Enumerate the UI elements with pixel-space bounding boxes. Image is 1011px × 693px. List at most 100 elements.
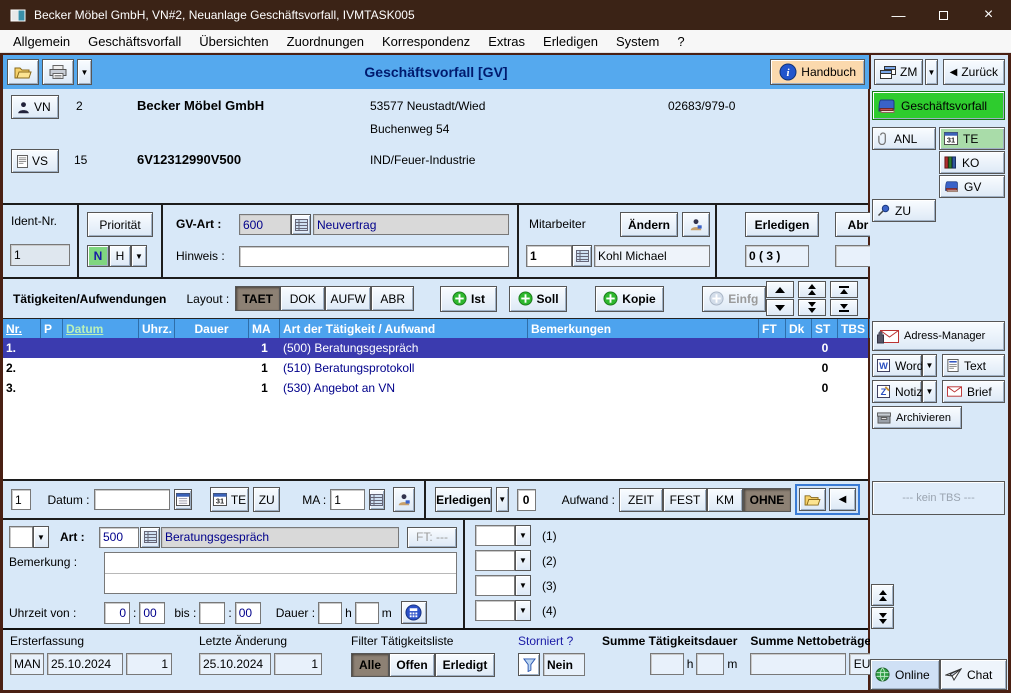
- table-row[interactable]: 1. 1 (500) Beratungsgespräch 0: [3, 338, 868, 358]
- zurueck-button[interactable]: ◀ Zurück: [942, 59, 1005, 85]
- slot-1-dropdown-icon[interactable]: ▼: [515, 525, 531, 546]
- archivieren-button[interactable]: Archivieren: [872, 406, 962, 429]
- close-icon[interactable]: ×: [966, 0, 1011, 30]
- menu-erledigen[interactable]: Erledigen: [534, 34, 607, 49]
- col-st[interactable]: ST: [812, 319, 838, 338]
- scroll-top-icon[interactable]: [830, 281, 858, 298]
- ma-person-button[interactable]: [392, 487, 416, 512]
- maximize-icon[interactable]: [921, 0, 966, 30]
- gv-art-code-field[interactable]: 600: [239, 214, 291, 235]
- row-up-button[interactable]: [766, 281, 794, 298]
- kopie-button[interactable]: Kopie: [595, 285, 664, 312]
- von-minute-field[interactable]: 00: [139, 601, 166, 624]
- layout-dok-button[interactable]: DOK: [280, 286, 326, 311]
- slot-3-field[interactable]: [475, 575, 515, 596]
- slot-1-field[interactable]: [475, 525, 515, 546]
- col-bemerkungen[interactable]: Bemerkungen: [528, 319, 759, 338]
- von-stunde-field[interactable]: 0: [104, 601, 130, 624]
- col-p[interactable]: P: [41, 319, 63, 338]
- prio-dropdown-icon[interactable]: ▼: [131, 245, 147, 267]
- text-button[interactable]: Text: [942, 354, 1005, 377]
- art-code-field[interactable]: 500: [99, 526, 139, 548]
- einfg-button[interactable]: Einfg: [701, 285, 766, 312]
- menu-geschaeftsvorfall[interactable]: Geschäftsvorfall: [79, 34, 190, 49]
- handbuch-button[interactable]: i Handbuch: [770, 59, 865, 85]
- aufwand-zeit-button[interactable]: ZEIT: [618, 487, 663, 512]
- table-row[interactable]: 2. 1 (510) Beratungsprotokoll 0: [3, 358, 868, 378]
- slot-4-field[interactable]: [475, 600, 515, 621]
- slot-4-dropdown-icon[interactable]: ▼: [515, 600, 531, 621]
- te-button[interactable]: 31 TE: [209, 487, 250, 512]
- sidebar-gv-button[interactable]: GV: [939, 175, 1005, 198]
- ist-button[interactable]: Ist: [440, 285, 497, 312]
- ident-field[interactable]: 1: [10, 244, 70, 266]
- minimize-icon[interactable]: —: [876, 0, 921, 30]
- layout-abr-button[interactable]: ABR: [371, 286, 415, 311]
- col-dauer[interactable]: Dauer: [175, 319, 249, 338]
- detail-nr-field[interactable]: 1: [11, 489, 32, 510]
- print-dropdown-icon[interactable]: ▼: [77, 59, 92, 85]
- notiz-dropdown-icon[interactable]: ▼: [922, 380, 937, 403]
- col-datum[interactable]: Datum: [63, 319, 139, 338]
- ft-button[interactable]: FT: ---: [407, 526, 457, 548]
- sidebar-anl-button[interactable]: ANL: [872, 127, 936, 150]
- word-dropdown-icon[interactable]: ▼: [922, 354, 937, 377]
- online-button[interactable]: Online: [870, 659, 940, 690]
- aufwand-fest-button[interactable]: FEST: [662, 487, 707, 512]
- adress-manager-button[interactable]: Adress-Manager: [872, 321, 1005, 351]
- slot-2-dropdown-icon[interactable]: ▼: [515, 550, 531, 571]
- col-nr[interactable]: Nr.: [3, 319, 41, 338]
- ma-field[interactable]: 1: [330, 489, 365, 510]
- aufwand-ohne-button[interactable]: OHNE: [742, 487, 791, 512]
- sidebar-ko-button[interactable]: KO: [939, 151, 1005, 174]
- notiz-button[interactable]: Z Notiz: [872, 380, 922, 403]
- col-art[interactable]: Art der Tätigkeit / Aufwand: [280, 319, 528, 338]
- dauer-minuten-field[interactable]: [354, 601, 379, 624]
- mitarbeiter-picker-button[interactable]: [572, 245, 592, 267]
- menu-system[interactable]: System: [607, 34, 668, 49]
- row-down-button[interactable]: [766, 299, 794, 316]
- mitarbeiter-nr-field[interactable]: 1: [526, 245, 572, 267]
- bis-stunde-field[interactable]: [199, 601, 226, 624]
- menu-allgemein[interactable]: Allgemein: [4, 34, 79, 49]
- soll-button[interactable]: Soll: [508, 285, 568, 312]
- vs-button[interactable]: VS: [11, 149, 59, 173]
- detail-back-button[interactable]: ◀: [829, 488, 856, 511]
- sidebar-geschaeftsvorfall-button[interactable]: Geschäftsvorfall: [872, 91, 1005, 120]
- erledigen-button[interactable]: Erledigen: [745, 212, 819, 237]
- chat-button[interactable]: Chat: [940, 659, 1007, 690]
- ma-picker-button[interactable]: [368, 489, 385, 510]
- detail-erledigen-button[interactable]: Erledigen: [435, 487, 492, 512]
- col-ft[interactable]: FT: [759, 319, 786, 338]
- table-row[interactable]: 3. 1 (530) Angebot an VN 0: [3, 378, 868, 398]
- col-uhrz[interactable]: Uhrz.: [139, 319, 175, 338]
- slot-2-field[interactable]: [475, 550, 515, 571]
- layout-taet-button[interactable]: TAET: [235, 286, 281, 311]
- brief-button[interactable]: Brief: [942, 380, 1005, 403]
- slot-3-dropdown-icon[interactable]: ▼: [515, 575, 531, 596]
- menu-korrespondenz[interactable]: Korrespondenz: [373, 34, 479, 49]
- col-tbs[interactable]: TBS: [838, 319, 870, 338]
- hinweis-field[interactable]: [239, 246, 509, 267]
- open-button[interactable]: [7, 59, 39, 85]
- detail-open-button[interactable]: [799, 488, 826, 511]
- aufwand-km-button[interactable]: KM: [706, 487, 743, 512]
- prioritaet-button[interactable]: Priorität: [87, 212, 153, 237]
- gv-art-picker-button[interactable]: [291, 214, 311, 235]
- zm-dropdown-icon[interactable]: ▼: [925, 59, 938, 85]
- prio-h-toggle[interactable]: H: [109, 245, 131, 267]
- sidebar-te-button[interactable]: 31 TE: [939, 127, 1005, 150]
- page-up-icon[interactable]: [798, 281, 826, 298]
- zu-button[interactable]: ZU: [253, 487, 281, 512]
- mitarbeiter-person-button[interactable]: [682, 212, 710, 237]
- vn-button[interactable]: VN: [11, 95, 59, 119]
- aendern-button[interactable]: Ändern: [620, 212, 678, 237]
- col-ma[interactable]: MA: [249, 319, 280, 338]
- menu-uebersichten[interactable]: Übersichten: [190, 34, 277, 49]
- calc-button[interactable]: [400, 601, 427, 624]
- bemerkung-field[interactable]: [104, 552, 457, 594]
- scroll-bottom-icon[interactable]: [830, 299, 858, 316]
- zm-button[interactable]: ZM: [874, 59, 924, 85]
- datum-field[interactable]: [93, 489, 171, 510]
- word-button[interactable]: W Word: [872, 354, 923, 377]
